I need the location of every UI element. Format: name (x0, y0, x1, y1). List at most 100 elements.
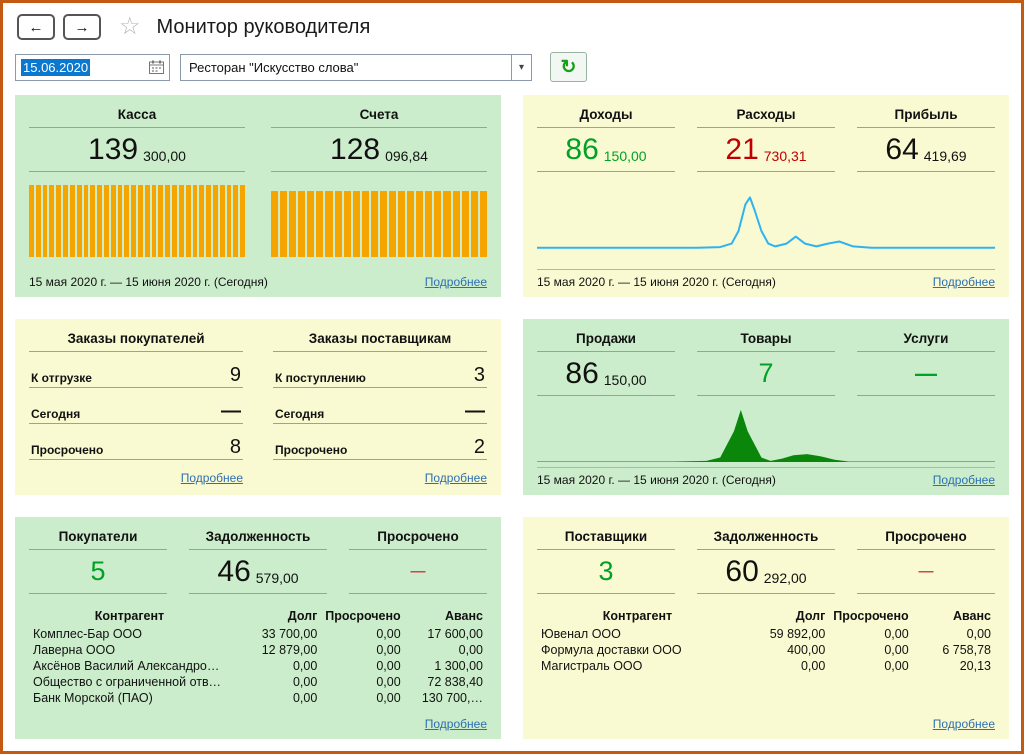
section-title-customers-debt: Задолженность (189, 527, 327, 550)
suppliers-debt-value: 60 292,00 (697, 550, 835, 594)
period-label: 15 мая 2020 г. — 15 июня 2020 г. (Сегодн… (537, 275, 776, 289)
details-link-suppliers[interactable]: Подробнее (933, 717, 995, 731)
customers-count-value: 5 (29, 550, 167, 594)
order-row: Сегодня — (29, 388, 243, 424)
income-int: 86 (565, 135, 598, 165)
section-title-suppliers: Поставщики (537, 527, 675, 550)
toolbar: 15.06.2020 Ресторан "Искусство слова" ▾ … (3, 47, 1021, 91)
profit-section: Прибыль 64 419,69 (857, 105, 995, 172)
details-link-supplier-orders[interactable]: Подробнее (425, 471, 487, 485)
section-title-expenses: Расходы (697, 105, 835, 128)
section-title-sales: Продажи (537, 329, 675, 352)
income-dec: 150,00 (604, 148, 647, 171)
suppliers-overdue-section: Просрочено — (857, 527, 995, 594)
details-link-sales[interactable]: Подробнее (933, 473, 995, 487)
supplier-orders-section: Заказы поставщикам К поступлению 3 Сегод… (273, 329, 487, 487)
section-title-suppliers-overdue: Просрочено (857, 527, 995, 550)
details-link-cash[interactable]: Подробнее (425, 275, 487, 289)
favorite-star-icon[interactable]: ☆ (119, 15, 141, 39)
table-header-row: Контрагент Долг Просрочено Аванс (537, 606, 995, 626)
titlebar: ← → ☆ Монитор руководителя (3, 3, 1021, 47)
section-title-customer-orders: Заказы покупателей (29, 329, 243, 352)
dashboard-grid: Касса 139 300,00 Счета 128 096,84 (3, 91, 1021, 751)
section-title-income: Доходы (537, 105, 675, 128)
suppliers-debt-panel: Поставщики 3 Задолженность 60 292,00 Про… (523, 517, 1009, 739)
order-row: Просрочено 8 (29, 424, 243, 460)
accounts-bar-chart (271, 185, 487, 257)
income-section: Доходы 86 150,00 (537, 105, 675, 172)
back-button[interactable]: ← (17, 14, 55, 40)
section-title-customers-overdue: Просрочено (349, 527, 487, 550)
period-label: 15 мая 2020 г. — 15 июня 2020 г. (Сегодн… (537, 473, 776, 487)
orders-panel: Заказы покупателей К отгрузке 9 Сегодня … (15, 319, 501, 495)
back-arrow-icon: ← (29, 19, 44, 36)
income-line-chart (537, 182, 995, 252)
suppliers-count-section: Поставщики 3 (537, 527, 675, 594)
suppliers-overdue-value: — (857, 550, 995, 594)
profit-dec: 419,69 (924, 148, 967, 171)
refresh-button[interactable]: ↻ (550, 52, 587, 82)
date-value[interactable]: 15.06.2020 (21, 59, 90, 76)
goods-section: Товары 7 (697, 329, 835, 396)
customer-orders-section: Заказы покупателей К отгрузке 9 Сегодня … (29, 329, 243, 487)
customers-debt-section: Задолженность 46 579,00 (189, 527, 327, 594)
profit-value: 64 419,69 (857, 128, 995, 172)
section-title-cash: Касса (29, 105, 245, 128)
table-row: Банк Морской (ПАО)0,000,00130 700,… (29, 690, 487, 706)
order-row: К отгрузке 9 (29, 352, 243, 388)
details-link-finance[interactable]: Подробнее (933, 275, 995, 289)
section-title-goods: Товары (697, 329, 835, 352)
table-row: Комплес-Бар ООО33 700,000,0017 600,00 (29, 626, 487, 642)
cash-bar-chart (29, 185, 245, 257)
expenses-section: Расходы 21 730,31 (697, 105, 835, 172)
cash-section: Касса 139 300,00 (29, 105, 245, 257)
expenses-int: 21 (725, 135, 758, 165)
page-title: Монитор руководителя (157, 16, 371, 39)
profit-int: 64 (885, 135, 918, 165)
forward-arrow-icon: → (75, 19, 90, 36)
suppliers-table: Контрагент Долг Просрочено Аванс Ювенал … (537, 606, 995, 674)
section-title-profit: Прибыль (857, 105, 995, 128)
cash-int: 139 (88, 135, 138, 165)
accounts-dec: 096,84 (385, 148, 428, 171)
app-window: ← → ☆ Монитор руководителя 15.06.2020 Ре… (0, 0, 1024, 754)
order-row: К поступлению 3 (273, 352, 487, 388)
section-title-supplier-orders: Заказы поставщикам (273, 329, 487, 352)
accounts-int: 128 (330, 135, 380, 165)
organization-select[interactable]: Ресторан "Искусство слова" ▾ (180, 54, 532, 81)
cash-dec: 300,00 (143, 148, 186, 171)
date-input[interactable]: 15.06.2020 (15, 54, 170, 81)
chevron-down-icon[interactable]: ▾ (511, 55, 531, 80)
customers-table: Контрагент Долг Просрочено Аванс Комплес… (29, 606, 487, 706)
details-link-customers[interactable]: Подробнее (425, 717, 487, 731)
customers-overdue-section: Просрочено — (349, 527, 487, 594)
table-header-row: Контрагент Долг Просрочено Аванс (29, 606, 487, 626)
calendar-icon[interactable] (149, 60, 164, 74)
table-row: Формула доставки ООО400,000,006 758,78 (537, 642, 995, 658)
section-title-services: Услуги (857, 329, 995, 352)
forward-button[interactable]: → (63, 14, 101, 40)
section-title-accounts: Счета (271, 105, 487, 128)
refresh-icon: ↻ (561, 58, 577, 77)
order-row: Просрочено 2 (273, 424, 487, 460)
section-title-suppliers-debt: Задолженность (697, 527, 835, 550)
accounts-section: Счета 128 096,84 (271, 105, 487, 257)
customers-debt-panel: Покупатели 5 Задолженность 46 579,00 Про… (15, 517, 501, 739)
sales-section: Продажи 86 150,00 (537, 329, 675, 396)
period-label: 15 мая 2020 г. — 15 июня 2020 г. (Сегодн… (29, 275, 268, 289)
services-value: — (857, 352, 995, 396)
suppliers-debt-section: Задолженность 60 292,00 (697, 527, 835, 594)
section-title-customers: Покупатели (29, 527, 167, 550)
details-link-customer-orders[interactable]: Подробнее (181, 471, 243, 485)
cash-value: 139 300,00 (29, 128, 245, 172)
table-row: Лаверна ООО12 879,000,000,00 (29, 642, 487, 658)
sales-value: 86 150,00 (537, 352, 675, 396)
expenses-value: 21 730,31 (697, 128, 835, 172)
table-row: Аксёнов Василий Александрови…0,000,001 3… (29, 658, 487, 674)
customers-overdue-value: — (349, 550, 487, 594)
table-row: Магистраль ООО0,000,0020,13 (537, 658, 995, 674)
sales-panel: Продажи 86 150,00 Товары 7 Услуги — (523, 319, 1009, 495)
order-row: Сегодня — (273, 388, 487, 424)
expenses-dec: 730,31 (764, 148, 807, 171)
organization-value: Ресторан "Искусство слова" (181, 60, 511, 75)
